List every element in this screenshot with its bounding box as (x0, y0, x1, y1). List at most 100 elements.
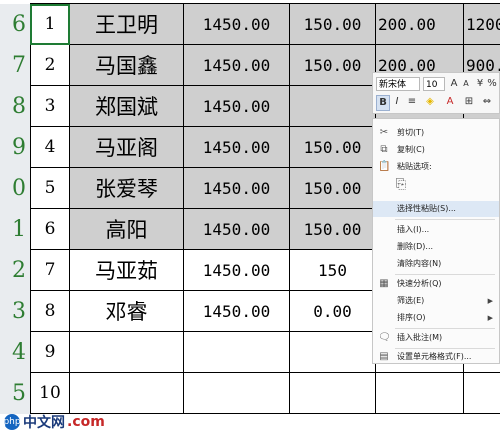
menu-item-insert[interactable]: 插入(I)... (373, 222, 499, 238)
value-cell[interactable]: 150.00 (290, 4, 376, 45)
row-header[interactable]: 0 (0, 168, 30, 209)
menu-divider (395, 219, 495, 220)
menu-label: 设置单元格格式(F)... (397, 352, 472, 361)
menu-item-sort[interactable]: 排序(O) ▶ (373, 310, 499, 326)
copy-icon: ⧉ (380, 144, 388, 155)
row-header[interactable]: 4 (0, 332, 30, 373)
value-cell[interactable]: 1450.00 (184, 209, 290, 250)
shrink-font-icon[interactable]: A (461, 77, 471, 91)
currency-icon[interactable]: ¥ (475, 77, 485, 91)
menu-label: 插入(I)... (397, 225, 430, 234)
chevron-right-icon: ▶ (487, 297, 493, 305)
menu-item-clear[interactable]: 清除内容(N) (373, 256, 499, 272)
grow-font-icon[interactable]: A (449, 77, 459, 91)
italic-button[interactable]: I (391, 95, 403, 109)
borders-icon[interactable]: ⊞ (463, 95, 475, 109)
value-cell[interactable] (376, 373, 464, 414)
value-cell[interactable]: 1450.00 (184, 291, 290, 332)
value-cell[interactable] (290, 332, 376, 373)
paste-icon: 📋 (378, 161, 391, 172)
name-cell[interactable]: 马国鑫 (70, 45, 184, 86)
name-cell[interactable]: 邓睿 (70, 291, 184, 332)
menu-label: 选择性粘贴(S)... (397, 204, 456, 213)
row-number-cell[interactable]: 8 (30, 291, 70, 332)
row-number-cell[interactable]: 5 (30, 168, 70, 209)
menu-item-copy[interactable]: ⧉ 复制(C) (373, 142, 499, 158)
value-cell[interactable] (184, 373, 290, 414)
row-number-cell[interactable]: 10 (30, 373, 70, 414)
menu-label: 排序(O) (397, 313, 426, 322)
name-cell[interactable] (70, 373, 184, 414)
value-cell[interactable]: 150 (290, 250, 376, 291)
watermark-text: 中文网 (23, 415, 65, 431)
font-color-icon[interactable]: A (443, 95, 457, 109)
fill-color-icon[interactable]: ◈ (423, 95, 437, 109)
menu-label: 粘贴选项: (397, 162, 432, 171)
row-header[interactable]: 9 (0, 127, 30, 168)
menu-divider (395, 274, 495, 275)
menu-item-paste-special[interactable]: 选择性粘贴(S)... (373, 201, 499, 217)
row-number-cell[interactable]: 4 (30, 127, 70, 168)
value-cell[interactable]: 1450.00 (184, 4, 290, 45)
menu-item-delete[interactable]: 删除(D)... (373, 239, 499, 255)
row-number-cell[interactable]: 1 (30, 4, 70, 45)
percent-icon[interactable]: % (487, 77, 497, 91)
menu-label: 插入批注(M) (397, 333, 443, 342)
align-center-icon[interactable]: ≡ (406, 95, 418, 109)
value-cell[interactable]: 150.00 (290, 209, 376, 250)
value-cell[interactable]: 1450.00 (184, 45, 290, 86)
menu-label: 复制(C) (397, 145, 425, 154)
menu-item-format-cells[interactable]: ▤ 设置单元格格式(F)... (373, 349, 499, 365)
watermark-domain: .com (67, 414, 105, 430)
value-cell[interactable]: 150.00 (290, 45, 376, 86)
name-cell[interactable]: 王卫明 (70, 4, 184, 45)
value-cell[interactable]: 150.00 (290, 168, 376, 209)
row-header[interactable]: 1 (0, 209, 30, 250)
menu-label: 删除(D)... (397, 242, 434, 251)
value-cell[interactable]: 1450.00 (184, 250, 290, 291)
menu-label: 剪切(T) (397, 128, 425, 137)
value-cell[interactable]: 1450.00 (184, 168, 290, 209)
menu-item-paste-options: 📋 粘贴选项: (373, 159, 499, 175)
font-name-box[interactable]: 新宋体 (376, 77, 420, 91)
menu-item-quick-analysis[interactable]: ▦ 快速分析(Q) (373, 276, 499, 292)
paste-option-text[interactable]: ⎘ (373, 177, 499, 199)
value-cell[interactable] (464, 373, 500, 414)
row-number-cell[interactable]: 7 (30, 250, 70, 291)
value-cell[interactable]: 1450.00 (184, 127, 290, 168)
menu-item-filter[interactable]: 筛选(E) ▶ (373, 293, 499, 309)
row-header[interactable]: 3 (0, 291, 30, 332)
name-cell[interactable]: 高阳 (70, 209, 184, 250)
name-cell[interactable]: 马亚茹 (70, 250, 184, 291)
row-header[interactable]: 6 (0, 4, 30, 45)
context-menu: ✂ 剪切(T) ⧉ 复制(C) 📋 粘贴选项: ⎘ 选择性粘贴(S)... 插入… (372, 118, 500, 364)
row-number-cell[interactable]: 2 (30, 45, 70, 86)
font-size-box[interactable]: 10 (423, 77, 445, 91)
watermark: php 中文网 .com (3, 410, 105, 434)
value-cell[interactable] (290, 86, 376, 127)
mini-toolbar: 新宋体 10 A A ¥ % B I ≡ ◈ A ⊞ ⇔ (372, 72, 500, 114)
row-number-cell[interactable]: 3 (30, 86, 70, 127)
menu-item-cut[interactable]: ✂ 剪切(T) (373, 125, 499, 141)
value-cell[interactable] (184, 332, 290, 373)
row-number-cell[interactable]: 6 (30, 209, 70, 250)
name-cell[interactable] (70, 332, 184, 373)
bold-button[interactable]: B (376, 95, 390, 111)
row-header[interactable]: 7 (0, 45, 30, 86)
value-cell[interactable]: 1450.00 (184, 86, 290, 127)
value-cell[interactable]: 0.00 (290, 291, 376, 332)
name-cell[interactable]: 张爱琴 (70, 168, 184, 209)
row-header[interactable]: 5 (0, 373, 30, 414)
value-cell[interactable] (290, 373, 376, 414)
merge-icon[interactable]: ⇔ (481, 95, 493, 109)
menu-label: 清除内容(N) (397, 259, 442, 268)
value-cell[interactable]: 150.00 (290, 127, 376, 168)
name-cell[interactable]: 郑国斌 (70, 86, 184, 127)
row-header[interactable]: 2 (0, 250, 30, 291)
value-cell[interactable]: 1200 (464, 4, 500, 45)
value-cell[interactable]: 200.00 (376, 4, 464, 45)
name-cell[interactable]: 马亚阁 (70, 127, 184, 168)
row-number-cell[interactable]: 9 (30, 332, 70, 373)
row-header[interactable]: 8 (0, 86, 30, 127)
menu-item-insert-comment[interactable]: 🗨 插入批注(M) (373, 330, 499, 346)
